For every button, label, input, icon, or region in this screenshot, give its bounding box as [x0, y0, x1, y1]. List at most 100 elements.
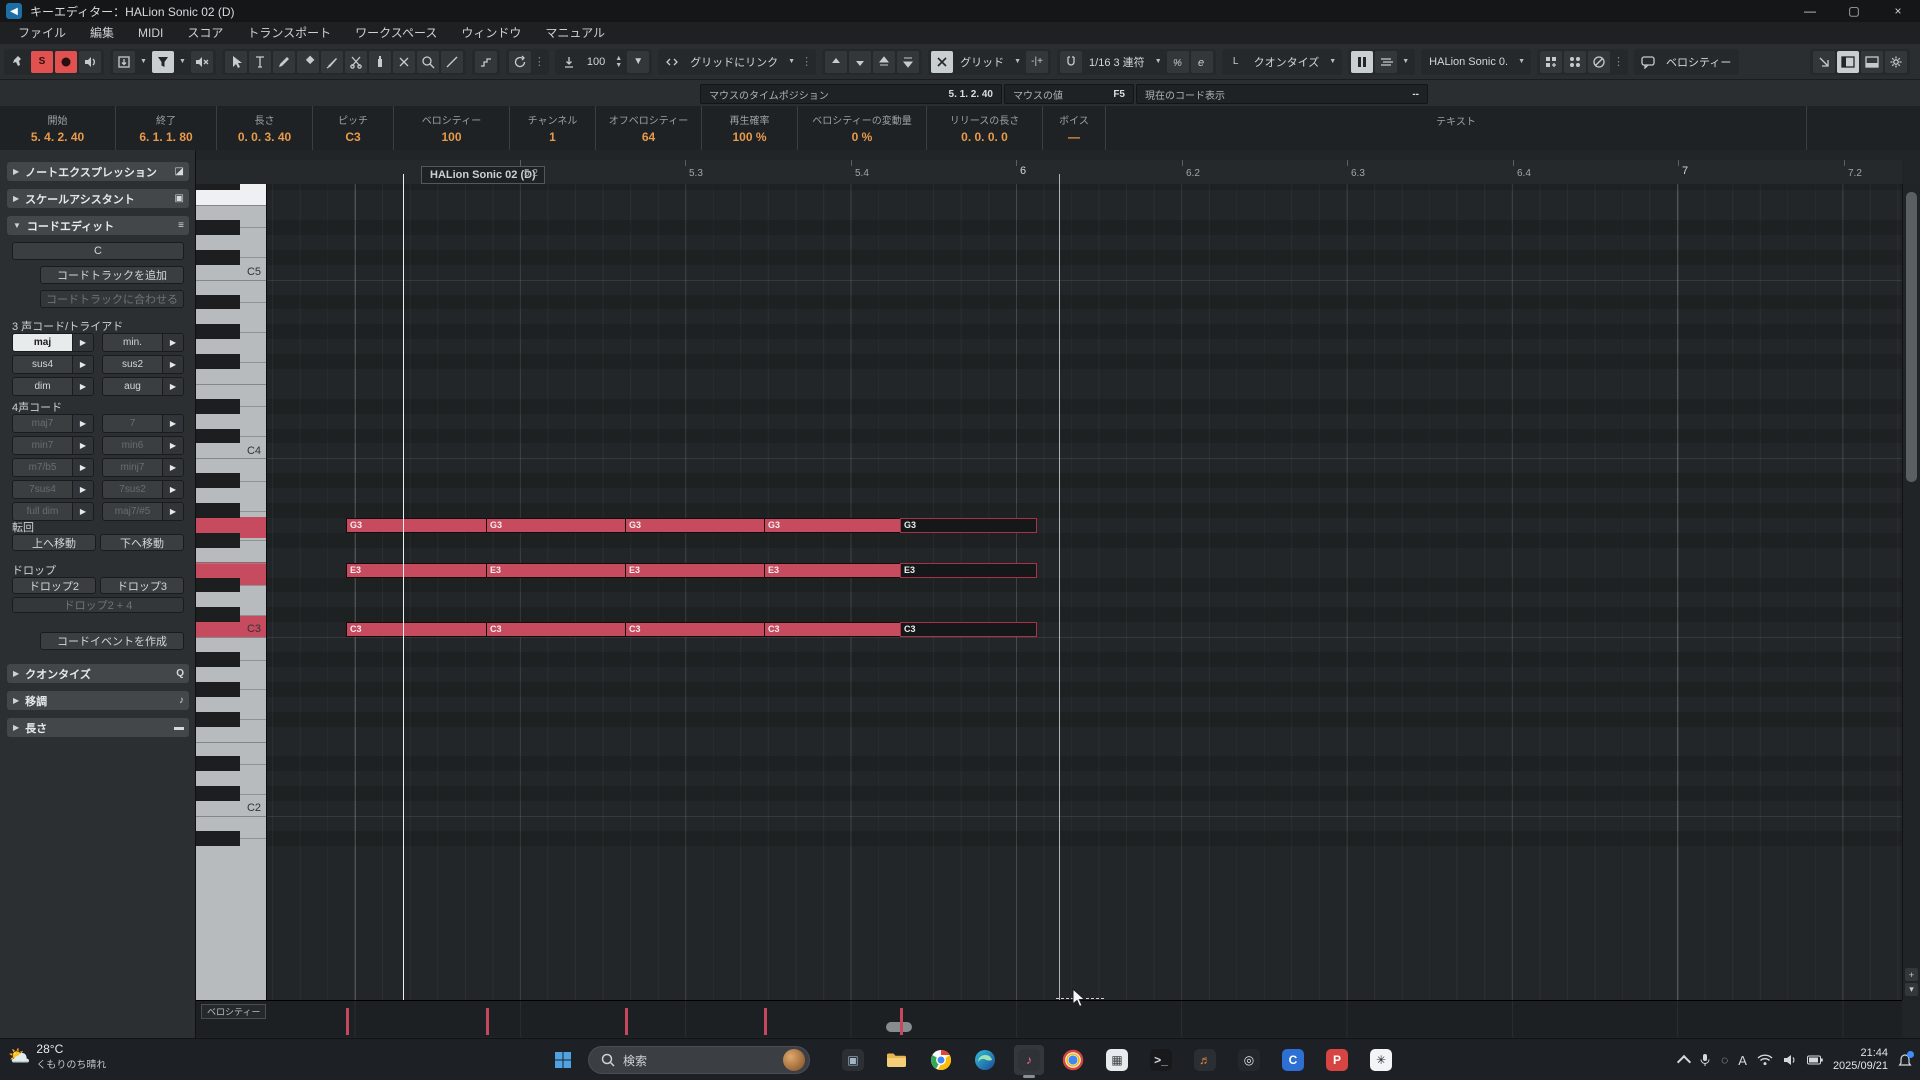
- acoustic-feedback-button[interactable]: [79, 51, 101, 73]
- quantize-dropdown-icon[interactable]: ▼: [1151, 58, 1166, 65]
- menu-edit[interactable]: 編集: [78, 22, 126, 44]
- independent-loop-button[interactable]: [509, 51, 531, 73]
- zoom-in-button[interactable]: +: [1905, 968, 1918, 981]
- note-grid[interactable]: G3G3G3G3G3E3E3E3E3E3C3C3C3C3C3: [267, 184, 1902, 1000]
- velocity-stem[interactable]: [625, 1008, 628, 1035]
- show-note-expression-button[interactable]: [191, 51, 213, 73]
- quantize-preset-select[interactable]: 1/16 3 連符: [1083, 54, 1151, 70]
- piano-key-black[interactable]: [196, 786, 240, 801]
- piano-key-black[interactable]: [196, 220, 240, 235]
- length-link-grid-select[interactable]: グリッドにリンク: [684, 54, 784, 70]
- vertical-scroll-thumb[interactable]: [1906, 192, 1917, 482]
- chord-button-min7[interactable]: min7▶: [12, 436, 94, 455]
- chord-button-maj[interactable]: maj▶: [12, 333, 94, 352]
- midi-note-E3[interactable]: E3: [900, 563, 1037, 578]
- info-col-1[interactable]: 終了6. 1. 1. 80: [116, 106, 217, 150]
- ime-mode-indicator[interactable]: A: [1738, 1053, 1747, 1068]
- info-col-8[interactable]: ベロシティーの変動量0 %: [798, 106, 927, 150]
- chord-button-min[interactable]: min.▶: [102, 333, 184, 352]
- length-quantize-dropdown-icon[interactable]: ▼: [1325, 58, 1340, 65]
- mute-tool[interactable]: [393, 51, 415, 73]
- menu-score[interactable]: スコア: [175, 22, 235, 44]
- line-tool[interactable]: [441, 51, 463, 73]
- chord-edit-panel-header[interactable]: ▼コードエディット ≡: [7, 216, 189, 235]
- object-selection-tool[interactable]: [225, 51, 247, 73]
- chord-play-icon[interactable]: ▶: [72, 459, 93, 476]
- taskbar-app-obs[interactable]: ◎: [1234, 1045, 1264, 1075]
- chord-button-aug[interactable]: aug▶: [102, 377, 184, 396]
- currently-edited-part-select[interactable]: HALion Sonic 0.: [1423, 56, 1514, 68]
- tray-chevron-up-icon[interactable]: [1679, 1054, 1689, 1067]
- midi-note-E3[interactable]: E3: [486, 563, 626, 578]
- midi-note-G3[interactable]: G3: [625, 518, 765, 533]
- midi-note-G3[interactable]: G3: [764, 518, 901, 533]
- chord-button-maj7[interactable]: maj7▶: [12, 414, 94, 433]
- drum-editor-button[interactable]: [1564, 51, 1586, 73]
- midi-note-E3[interactable]: E3: [764, 563, 901, 578]
- chord-play-icon[interactable]: ▶: [72, 437, 93, 454]
- snap-type-select[interactable]: グリッド: [954, 54, 1010, 70]
- chord-play-icon[interactable]: ▶: [162, 334, 183, 351]
- chord-play-icon[interactable]: ▶: [72, 481, 93, 498]
- info-col-2[interactable]: 長さ0. 0. 3. 40: [217, 106, 313, 150]
- show-part-borders-button[interactable]: [1351, 51, 1373, 73]
- trim-tool[interactable]: [321, 51, 343, 73]
- chord-play-icon[interactable]: ▶: [162, 356, 183, 373]
- chord-button-7[interactable]: 7▶: [102, 414, 184, 433]
- velocity-stem[interactable]: [346, 1008, 349, 1035]
- transpose-octave-down-button[interactable]: [897, 51, 919, 73]
- chord-button-7sus2[interactable]: 7sus2▶: [102, 480, 184, 499]
- wifi-icon[interactable]: [1757, 1054, 1773, 1066]
- chord-play-icon[interactable]: ▶: [72, 378, 93, 395]
- timeline-ruler[interactable]: HALion Sonic 02 (D) 5.25.35.466.26.36.47…: [196, 160, 1902, 185]
- note-expression-panel-header[interactable]: ▶ノートエクスプレッション ◪: [7, 162, 189, 181]
- chord-button-minj7[interactable]: minj7▶: [102, 458, 184, 477]
- snap-type-dropdown-icon[interactable]: ▼: [1010, 58, 1025, 65]
- snap-on-off-button[interactable]: [931, 51, 953, 73]
- length-panel-header[interactable]: ▶長さ ▬: [7, 718, 189, 737]
- piano-key-black[interactable]: [196, 503, 240, 518]
- chord-play-icon[interactable]: ▶: [162, 459, 183, 476]
- menu-manual[interactable]: マニュアル: [533, 22, 617, 44]
- chord-play-icon[interactable]: ▶: [162, 481, 183, 498]
- match-chord-track-button[interactable]: コードトラックに合わせる: [40, 290, 184, 308]
- relative-grid-button[interactable]: -|+: [1026, 51, 1048, 73]
- taskbar-app-chrome[interactable]: [926, 1045, 956, 1075]
- link-grid-more-icon[interactable]: ⋮: [799, 55, 814, 68]
- midi-note-C3[interactable]: C3: [625, 622, 765, 637]
- drop2-button[interactable]: ドロップ2: [12, 577, 96, 594]
- draw-tool[interactable]: [273, 51, 295, 73]
- record-in-editor-button[interactable]: [55, 51, 77, 73]
- setup-toolbar-icon[interactable]: [7, 51, 29, 73]
- loop-more-icon[interactable]: ⋮: [532, 55, 547, 68]
- swing-icon[interactable]: %: [1167, 51, 1189, 73]
- quantize-panel-icon[interactable]: e: [1191, 51, 1213, 73]
- chord-button-dim[interactable]: dim▶: [12, 377, 94, 396]
- menu-window[interactable]: ウィンドウ: [449, 22, 533, 44]
- solo-editor-button[interactable]: S: [31, 51, 53, 73]
- show-left-zone-button[interactable]: [1837, 51, 1859, 73]
- drop3-button[interactable]: ドロップ3: [100, 577, 184, 594]
- menu-workspace[interactable]: ワークスペース: [343, 22, 449, 44]
- insert-velocity-icon[interactable]: [558, 51, 580, 73]
- quantize-panel-header[interactable]: ▶クオンタイズ Q: [7, 664, 189, 683]
- chord-button-sus2[interactable]: sus2▶: [102, 355, 184, 374]
- drop2-4-button[interactable]: ドロップ2 + 4: [12, 597, 184, 613]
- maximize-button[interactable]: ▢: [1832, 0, 1876, 22]
- piano-key-black[interactable]: [196, 831, 240, 846]
- chord-play-icon[interactable]: ▶: [72, 415, 93, 432]
- transpose-up-button[interactable]: [825, 51, 847, 73]
- erase-tool[interactable]: [297, 51, 319, 73]
- open-in-lower-zone-button[interactable]: [1813, 51, 1835, 73]
- volume-icon[interactable]: [1783, 1054, 1797, 1066]
- piano-key-black[interactable]: [196, 682, 240, 697]
- taskbar-app-terminal[interactable]: >_: [1146, 1045, 1176, 1075]
- info-col-10[interactable]: ボイス―: [1043, 106, 1106, 150]
- taskbar-app-photos[interactable]: ▣: [838, 1045, 868, 1075]
- part-list-dropdown-icon[interactable]: ▼: [1398, 58, 1413, 65]
- info-col-6[interactable]: オフベロシティー64: [596, 106, 702, 150]
- microphone-icon[interactable]: [1699, 1053, 1711, 1067]
- midi-note-C3[interactable]: C3: [486, 622, 626, 637]
- autoscroll-dropdown-icon[interactable]: ▼: [136, 58, 151, 65]
- taskbar-app-music-app[interactable]: ♪: [1014, 1045, 1044, 1075]
